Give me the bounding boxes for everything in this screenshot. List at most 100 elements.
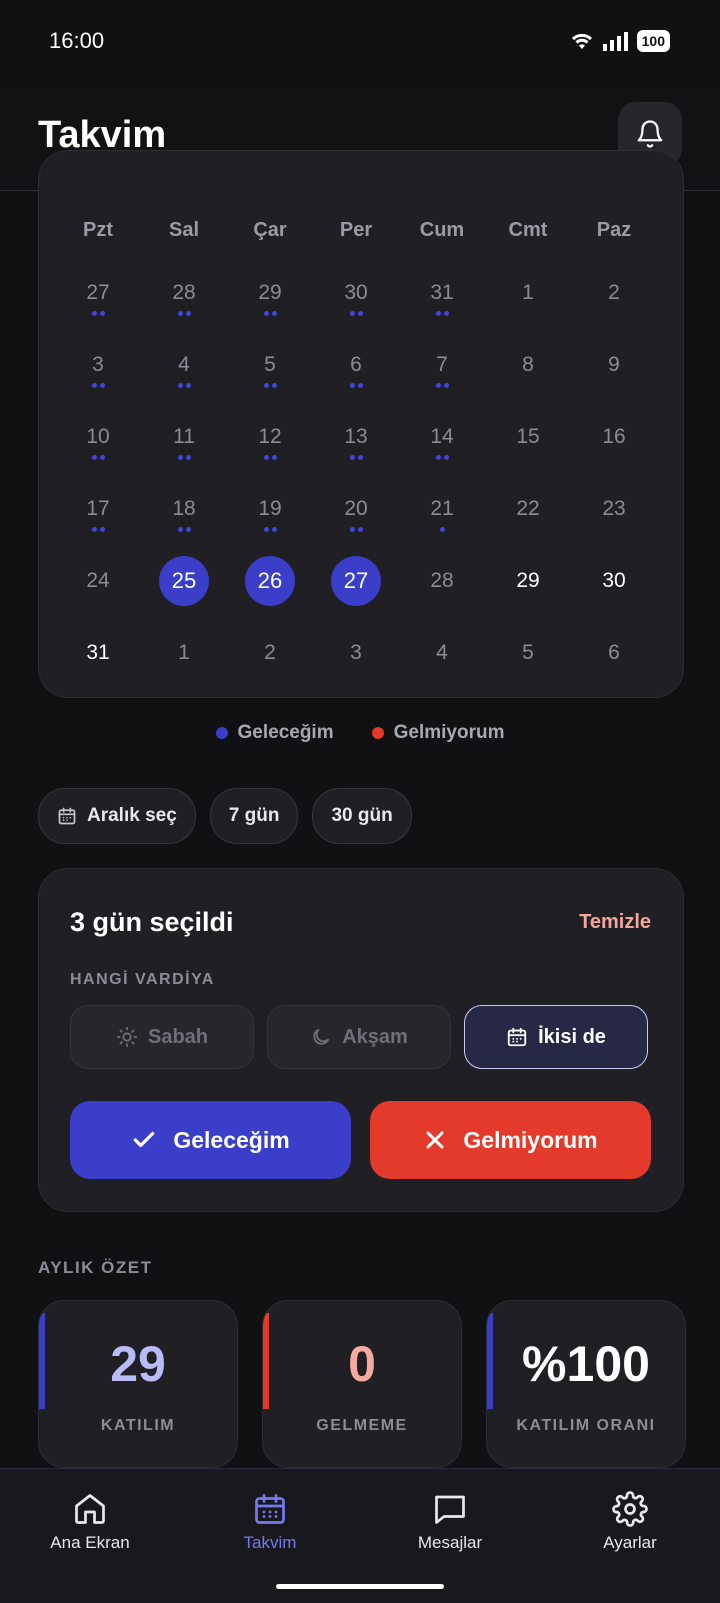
selection-panel: 3 gün seçildi Temizle HANGİ VARDİYA Saba…	[38, 868, 684, 1212]
status-icons: 100	[569, 30, 670, 52]
attendance-value: 29	[110, 1336, 166, 1392]
calendar-day[interactable]: 5	[227, 329, 313, 401]
calendar-day[interactable]: 21	[399, 473, 485, 545]
tab-settings-label: Ayarlar	[603, 1533, 657, 1552]
day-status-dots	[263, 383, 277, 388]
coming-dot	[177, 383, 183, 388]
calendar-day[interactable]: 17	[55, 473, 141, 545]
coming-dot	[263, 527, 269, 532]
calendar-day[interactable]: 19	[227, 473, 313, 545]
calendar-day[interactable]: 24	[55, 545, 141, 617]
calendar-day[interactable]: 2	[571, 257, 657, 329]
calendar-day[interactable]: 23	[571, 473, 657, 545]
calendar-day[interactable]: 8	[485, 329, 571, 401]
legend-not-coming-label: Gelmiyorum	[393, 722, 505, 743]
shift-morning-button[interactable]: Sabah	[70, 1005, 254, 1069]
calendar-day[interactable]: 30	[571, 545, 657, 617]
calendar-day[interactable]: 29	[227, 257, 313, 329]
shift-both-button[interactable]: İkisi de	[464, 1005, 648, 1069]
coming-dot	[271, 527, 277, 532]
clear-selection-button[interactable]: Temizle	[579, 911, 651, 934]
bottom-tab-bar: Ana Ekran Takvim Mesajlar Ayarlar	[0, 1468, 720, 1603]
shift-evening-button[interactable]: Akşam	[267, 1005, 451, 1069]
tab-home[interactable]: Ana Ekran	[10, 1491, 170, 1553]
calendar-day-selected[interactable]: 27	[313, 545, 399, 617]
calendar-day[interactable]: 30	[313, 257, 399, 329]
calendar-day[interactable]: 31	[55, 617, 141, 689]
coming-dot	[263, 311, 269, 316]
calendar-day[interactable]: 2	[227, 617, 313, 689]
day-number: 8	[522, 353, 534, 376]
gear-icon	[612, 1491, 648, 1527]
weekday-label: Pzt	[83, 219, 113, 241]
calendar-day[interactable]: 20	[313, 473, 399, 545]
calendar-day[interactable]: 13	[313, 401, 399, 473]
day-number: 30	[602, 569, 626, 592]
calendar-day[interactable]: 12	[227, 401, 313, 473]
calendar-day[interactable]: 1	[141, 617, 227, 689]
coming-dot	[435, 383, 441, 388]
attendance-rate-value: %100	[522, 1336, 650, 1392]
day-number: 2	[608, 281, 620, 304]
calendar-day[interactable]: 31	[399, 257, 485, 329]
coming-dot	[99, 455, 105, 460]
shift-evening-label: Akşam	[342, 1025, 408, 1048]
coming-dot	[91, 455, 97, 460]
coming-dot	[185, 383, 191, 388]
moon-icon	[313, 1028, 330, 1045]
calendar-day-selected[interactable]: 26	[227, 545, 313, 617]
day-number: 2	[264, 641, 276, 664]
calendar-day[interactable]: 6	[571, 617, 657, 689]
attendance-rate-card: %100 KATILIM ORANI	[486, 1300, 686, 1468]
pick-range-chip[interactable]: Aralık seç	[38, 788, 196, 844]
weekday-header: Pzt Sal Çar Per Cum Cmt Paz	[39, 219, 699, 242]
day-status-dots	[349, 311, 363, 316]
calendar-day[interactable]: 11	[141, 401, 227, 473]
tab-home-label: Ana Ekran	[50, 1533, 130, 1552]
not-coming-button[interactable]: Gelmiyorum	[370, 1101, 651, 1179]
calendar-day[interactable]: 16	[571, 401, 657, 473]
calendar-day[interactable]: 4	[399, 617, 485, 689]
day-status-dots	[91, 311, 105, 316]
legend-not-coming: Gelmiyorum	[371, 722, 505, 744]
weekday-label: Paz	[596, 219, 632, 241]
calendar-day[interactable]: 3	[313, 617, 399, 689]
day-number: 25	[159, 556, 209, 606]
calendar-day[interactable]: 14	[399, 401, 485, 473]
calendar-day[interactable]: 29	[485, 545, 571, 617]
calendar-day[interactable]: 5	[485, 617, 571, 689]
day-status-dots	[349, 455, 363, 460]
calendar-day[interactable]: 4	[141, 329, 227, 401]
calendar-day-selected[interactable]: 25	[141, 545, 227, 617]
calendar-day[interactable]: 22	[485, 473, 571, 545]
coming-dot	[349, 383, 355, 388]
thirty-days-chip[interactable]: 30 gün	[312, 788, 412, 844]
seven-days-chip[interactable]: 7 gün	[209, 788, 299, 844]
not-coming-button-label: Gelmiyorum	[463, 1126, 598, 1153]
day-status-dots	[439, 527, 445, 532]
calendar-day[interactable]: 10	[55, 401, 141, 473]
calendar-day[interactable]: 28	[141, 257, 227, 329]
legend-coming: Geleceğim	[215, 722, 334, 744]
day-number: 6	[608, 641, 620, 664]
calendar-day[interactable]: 7	[399, 329, 485, 401]
coming-button[interactable]: Geleceğim	[70, 1101, 351, 1179]
calendar-day[interactable]: 1	[485, 257, 571, 329]
calendar-day[interactable]: 15	[485, 401, 571, 473]
calendar-day[interactable]: 28	[399, 545, 485, 617]
tab-calendar[interactable]: Takvim	[190, 1491, 350, 1553]
calendar-day[interactable]: 9	[571, 329, 657, 401]
calendar-day[interactable]: 3	[55, 329, 141, 401]
thirty-days-label: 30 gün	[331, 805, 393, 826]
day-number: 3	[350, 641, 362, 664]
coming-dot	[349, 311, 355, 316]
day-number: 4	[436, 641, 448, 664]
tab-messages[interactable]: Mesajlar	[370, 1491, 530, 1553]
calendar-day[interactable]: 27	[55, 257, 141, 329]
calendar-day[interactable]: 18	[141, 473, 227, 545]
coming-dot	[177, 311, 183, 316]
coming-dot	[185, 455, 191, 460]
day-number: 27	[331, 556, 381, 606]
calendar-day[interactable]: 6	[313, 329, 399, 401]
tab-settings[interactable]: Ayarlar	[550, 1491, 710, 1553]
